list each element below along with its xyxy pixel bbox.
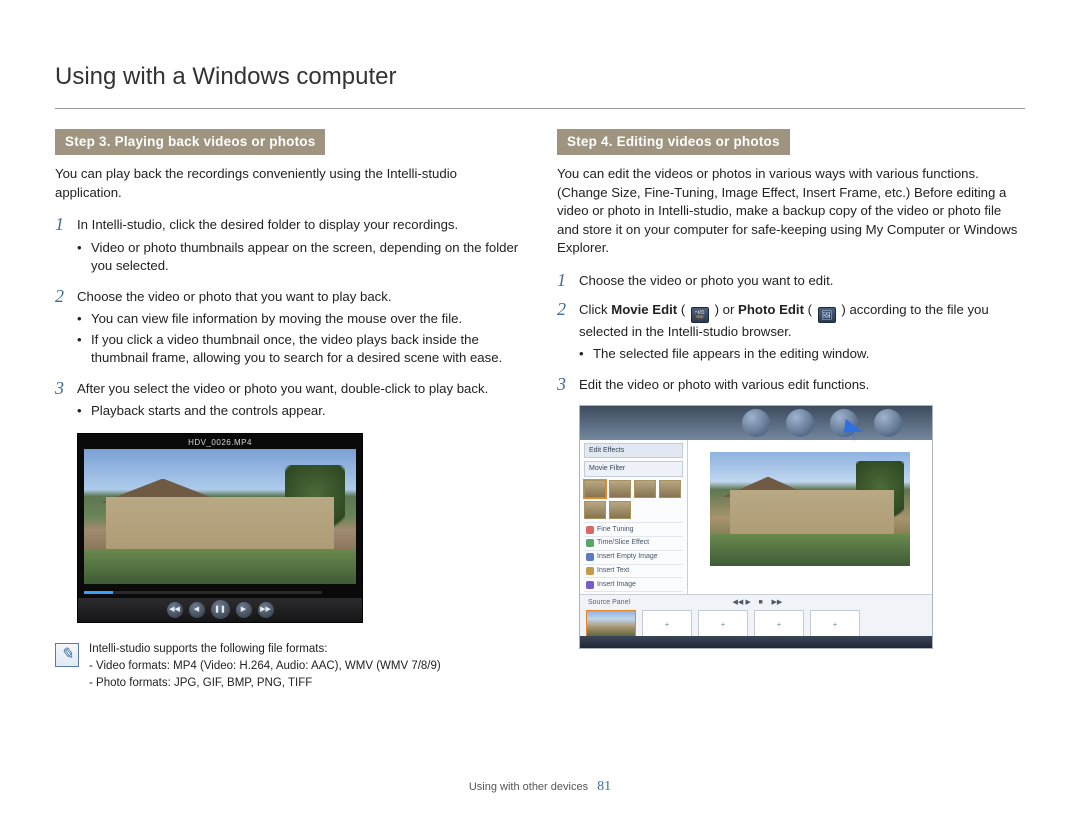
- forward-button[interactable]: ▶: [236, 602, 252, 618]
- player-progress[interactable]: [84, 591, 322, 594]
- editor-sidebar: Edit Effects Movie Filter Fine Tun: [580, 440, 688, 594]
- note-line: - Photo formats: JPG, GIF, BMP, PNG, TIF…: [89, 675, 441, 691]
- step3-item-2: 2 Choose the video or photo that you wan…: [55, 288, 523, 370]
- effect-thumb[interactable]: [609, 501, 631, 519]
- tl-next-icon[interactable]: ▶▶: [772, 599, 780, 607]
- pause-button[interactable]: ❚❚: [211, 600, 230, 619]
- page-title: Using with a Windows computer: [55, 60, 1025, 94]
- step4-item-2: 2 Click Movie Edit ( 🎬 ) or Photo Edit (…: [557, 301, 1025, 366]
- item-text: Choose the video or photo that you want …: [77, 289, 392, 304]
- format-note: ✎ Intelli-studio supports the following …: [55, 641, 523, 692]
- player-screenshot: HDV_0026.MP4 ◀◀ ◀ ❚❚ ▶ ▶▶: [77, 433, 363, 623]
- editor-screenshot: Edit Effects Movie Filter Fine Tun: [579, 405, 933, 649]
- sidebar-item[interactable]: Insert Empty Image: [584, 550, 683, 564]
- item-number: 1: [557, 270, 579, 291]
- panel-title: Edit Effects: [584, 443, 683, 459]
- tl-stop-icon[interactable]: ■: [759, 599, 767, 607]
- editor-tab-icon[interactable]: [786, 409, 814, 437]
- step4-item-3: 3 Edit the video or photo with various e…: [557, 376, 1025, 395]
- tl-play-icon[interactable]: ▶: [746, 599, 754, 607]
- note-line: - Video formats: MP4 (Video: H.264, Audi…: [89, 658, 441, 674]
- sidebar-item[interactable]: Insert Image: [584, 577, 683, 591]
- effect-thumb[interactable]: [609, 480, 631, 498]
- tl-prev-icon[interactable]: ◀◀: [733, 599, 741, 607]
- player-filename: HDV_0026.MP4: [78, 434, 362, 448]
- step4-intro: You can edit the videos or photos in var…: [557, 165, 1025, 257]
- effect-thumb[interactable]: [584, 501, 606, 519]
- bullet: You can view file information by moving …: [77, 310, 523, 328]
- divider: [55, 108, 1025, 109]
- rewind-button[interactable]: ◀: [189, 602, 205, 618]
- editor-statusbar: [580, 636, 932, 648]
- sidebar-item[interactable]: Time/Slice Effect: [584, 536, 683, 550]
- column-right: Step 4. Editing videos or photos You can…: [557, 129, 1025, 693]
- player-video-frame: [84, 449, 356, 584]
- item-number: 1: [55, 214, 77, 235]
- panel-tab[interactable]: Movie Filter: [584, 461, 683, 477]
- editor-toolbar: [580, 406, 932, 440]
- sidebar-item[interactable]: Fine Tuning: [584, 522, 683, 536]
- bullet: If you click a video thumbnail once, the…: [77, 331, 523, 368]
- step3-header: Step 3. Playing back videos or photos: [55, 129, 325, 156]
- item-text: Click Movie Edit ( 🎬 ) or Photo Edit ( 🖼…: [579, 302, 989, 339]
- editor-tab-icon[interactable]: [742, 409, 770, 437]
- bullet: The selected file appears in the editing…: [579, 345, 1025, 363]
- effect-thumb[interactable]: [659, 480, 681, 498]
- step3-intro: You can play back the recordings conveni…: [55, 165, 523, 202]
- item-text: Choose the video or photo you want to ed…: [579, 273, 833, 288]
- footer-section: Using with other devices: [469, 781, 588, 793]
- note-icon: ✎: [55, 643, 79, 667]
- page-number: 81: [597, 779, 611, 794]
- effect-thumb[interactable]: [634, 480, 656, 498]
- step4-item-1: 1 Choose the video or photo you want to …: [557, 272, 1025, 291]
- editor-tab-icon[interactable]: [874, 409, 902, 437]
- item-text: In Intelli-studio, click the desired fol…: [77, 217, 458, 232]
- step3-item-3: 3 After you select the video or photo yo…: [55, 380, 523, 423]
- effect-thumb[interactable]: [584, 480, 606, 498]
- bullet: Video or photo thumbnails appear on the …: [77, 239, 523, 276]
- step3-item-1: 1 In Intelli-studio, click the desired f…: [55, 216, 523, 277]
- column-left: Step 3. Playing back videos or photos Yo…: [55, 129, 523, 693]
- step4-header: Step 4. Editing videos or photos: [557, 129, 790, 156]
- item-text: After you select the video or photo you …: [77, 381, 488, 396]
- note-line: Intelli-studio supports the following fi…: [89, 641, 441, 657]
- item-number: 3: [557, 374, 579, 395]
- editor-preview: [688, 440, 932, 594]
- item-number: 3: [55, 378, 77, 399]
- item-number: 2: [557, 299, 579, 320]
- page-footer: Using with other devices 81: [0, 777, 1080, 797]
- next-button[interactable]: ▶▶: [258, 602, 274, 618]
- timeline-label: Source Panel: [588, 598, 630, 608]
- bullet: Playback starts and the controls appear.: [77, 402, 523, 420]
- player-controls: ◀◀ ◀ ❚❚ ▶ ▶▶: [78, 598, 362, 622]
- photo-edit-icon: 🖼: [818, 307, 836, 323]
- movie-edit-icon: 🎬: [691, 307, 709, 323]
- sidebar-item[interactable]: Insert Text: [584, 564, 683, 578]
- item-number: 2: [55, 286, 77, 307]
- prev-button[interactable]: ◀◀: [167, 602, 183, 618]
- item-text: Edit the video or photo with various edi…: [579, 377, 869, 392]
